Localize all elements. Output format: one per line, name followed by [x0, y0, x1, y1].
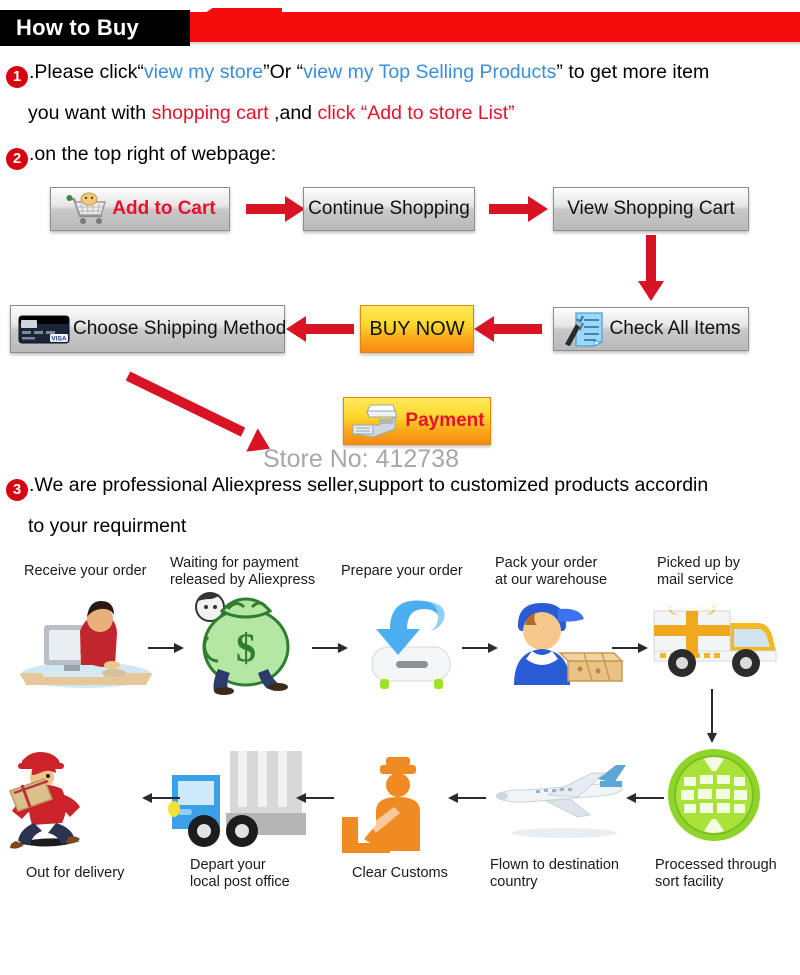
ship-arrow-4-head — [638, 643, 648, 653]
svg-text:$: $ — [236, 625, 256, 670]
shipping-label-picked-up-by-mail: Picked up by mail service — [657, 555, 741, 588]
arrow-cart-to-continue-head — [285, 196, 305, 222]
check-all-items-button[interactable]: Check All Items — [553, 307, 749, 351]
ship-arrow-7 — [306, 797, 334, 799]
buy-now-label: BUY NOW — [369, 317, 465, 340]
ship-arrow-7-head — [296, 793, 306, 803]
download-arrow-icon — [350, 595, 470, 696]
step-2-line-1: 2 .on the top right of webpage: — [0, 134, 800, 175]
ship-arrow-5 — [636, 797, 664, 799]
check-all-items-label: Check All Items — [609, 318, 741, 339]
shipping-label-clear-customs: Clear Customs — [352, 865, 448, 881]
ship-arrow-6-head — [448, 793, 458, 803]
money-bag-icon: $ — [178, 585, 308, 700]
view-top-selling-products-link[interactable]: view my Top Selling Products — [303, 61, 556, 83]
shopping-cart-icon — [64, 192, 108, 226]
shipping-label-out-for-delivery: Out for delivery — [26, 865, 125, 881]
view-my-store-link[interactable]: view my store — [144, 61, 263, 83]
shipping-label-receive-your-order: Receive your order — [24, 563, 147, 579]
svg-text:VISA: VISA — [51, 336, 66, 343]
page-header-banner: How to Buy — [0, 0, 800, 52]
arrow-check-to-buynow — [494, 324, 542, 334]
ship-arrow-1 — [148, 647, 176, 649]
airplane-icon — [486, 765, 636, 848]
ship-arrow-4 — [612, 647, 640, 649]
ship-arrow-6 — [458, 797, 486, 799]
running-courier-icon — [8, 745, 158, 860]
step-2-text: .on the top right of webpage: — [29, 143, 277, 165]
shipping-process-diagram: Receive your order Waiting for payment r… — [0, 547, 800, 927]
delivery-truck-icon — [646, 597, 786, 690]
warehouse-worker-icon — [496, 587, 631, 697]
step-1-line-1: 1 .Please click“view my store”Or “view my… — [0, 52, 800, 93]
add-to-cart-button[interactable]: Add to Cart — [50, 187, 230, 231]
arrow-continue-to-view — [489, 204, 531, 214]
continue-shopping-label: Continue Shopping — [308, 198, 470, 219]
step-1-line-2: you want with shopping cart ,and click “… — [0, 93, 800, 134]
choose-shipping-method-button[interactable]: VISA Choose Shipping Method — [10, 305, 287, 353]
step-3-block: 3 .We are professional Aliexpress seller,… — [0, 465, 800, 547]
arrow-continue-to-view-head — [528, 196, 548, 222]
arrow-view-to-check-head — [638, 281, 664, 301]
green-globe-icon — [664, 745, 764, 850]
step-1-line2-b: ,and — [268, 102, 318, 124]
ship-arrow-down — [711, 689, 713, 735]
person-at-computer-icon — [14, 595, 154, 695]
arrow-check-to-buynow-head — [474, 316, 494, 342]
instructions-block: 1 .Please click“view my store”Or “view my… — [0, 52, 800, 175]
checklist-icon — [562, 310, 608, 348]
add-to-cart-label: Add to Cart — [112, 198, 216, 219]
arrow-view-to-check — [646, 235, 656, 285]
continue-shopping-button[interactable]: Continue Shopping — [303, 187, 475, 231]
purchase-flow-diagram: Add to Cart Continue Shopping View Shopp… — [0, 175, 800, 473]
payment-label: Payment — [405, 410, 485, 431]
step-3-line-2: to your requirment — [0, 506, 800, 547]
shipping-label-prepare-your-order: Prepare your order — [341, 563, 463, 579]
page-title: How to Buy — [16, 15, 139, 40]
step-1-text-b: ”Or “ — [263, 61, 304, 83]
payment-button[interactable]: Payment — [343, 397, 491, 445]
step-1-number: 1 — [6, 66, 28, 88]
ship-arrow-1-head — [174, 643, 184, 653]
ship-arrow-3-head — [488, 643, 498, 653]
arrow-buynow-to-shipping-head — [286, 316, 306, 342]
add-to-store-list-emphasis: click “Add to store List” — [317, 102, 515, 124]
ship-arrow-5-head — [626, 793, 636, 803]
shipping-label-waiting-for-payment: Waiting for payment released by Aliexpre… — [170, 555, 316, 588]
arrow-buynow-to-shipping — [306, 324, 354, 334]
ship-arrow-down-head — [707, 733, 717, 743]
shipping-label-flown-to-destination: Flown to destination country — [490, 857, 619, 890]
step-1-text-c: ” to get more item — [556, 61, 710, 83]
ship-arrow-8-head — [142, 793, 152, 803]
step-2-number: 2 — [6, 148, 28, 170]
ship-arrow-2 — [312, 647, 340, 649]
shipping-label-processed-sort-facility: Processed through sort facility — [655, 857, 777, 890]
buy-now-button[interactable]: BUY NOW — [360, 305, 474, 353]
customs-officer-icon — [334, 755, 454, 860]
step-1-line2-a: you want with — [28, 102, 152, 124]
arrow-cart-to-continue — [246, 204, 288, 214]
step-3-text: .We are professional Aliexpress seller,s… — [29, 474, 709, 496]
ship-arrow-2-head — [338, 643, 348, 653]
view-shopping-cart-button[interactable]: View Shopping Cart — [553, 187, 749, 231]
shipping-label-pack-your-order: Pack your order at our warehouse — [495, 555, 608, 588]
arrow-shipping-to-payment — [125, 371, 246, 437]
cash-register-icon — [349, 403, 401, 439]
shipping-label-depart-local-post-office: Depart your local post office — [190, 857, 290, 890]
credit-card-icon: VISA — [17, 313, 71, 345]
step-3-line-1: 3 .We are professional Aliexpress seller,… — [0, 465, 800, 506]
shopping-cart-emphasis: shopping cart — [151, 102, 269, 124]
choose-shipping-method-label: Choose Shipping Method — [73, 318, 287, 339]
ship-arrow-3 — [462, 647, 490, 649]
step-3-text-2: to your requirment — [28, 515, 187, 537]
ship-arrow-8 — [152, 797, 180, 799]
step-3-number: 3 — [6, 479, 28, 501]
view-shopping-cart-label: View Shopping Cart — [567, 198, 735, 219]
step-1-text-a: .Please click“ — [29, 61, 144, 83]
